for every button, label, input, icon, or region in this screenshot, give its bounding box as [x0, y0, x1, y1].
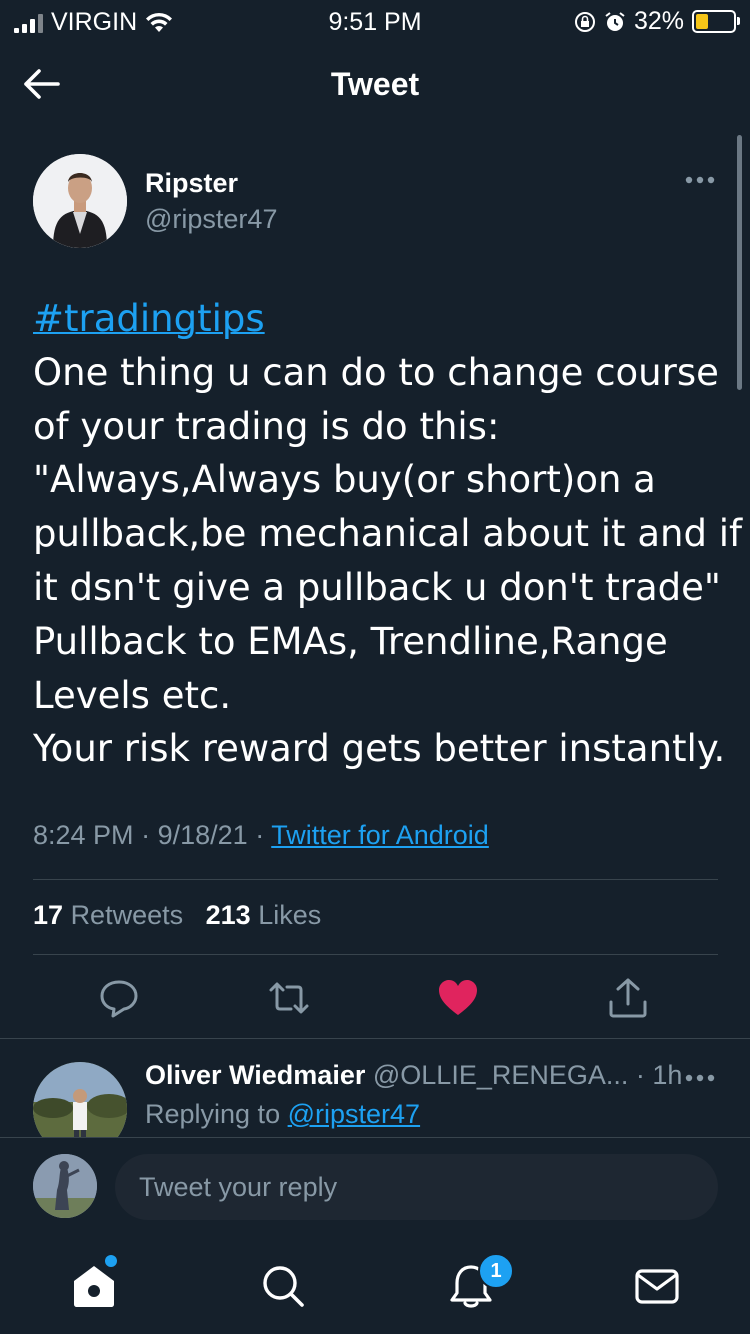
orientation-lock-icon [574, 11, 595, 32]
tweet-line: Your risk reward gets better instantly. [33, 727, 726, 771]
tweet-line: of your trading is do this: [33, 404, 500, 448]
tweet-date: 9/18/21 [157, 820, 248, 850]
retweet-icon[interactable] [267, 976, 311, 1020]
home-icon[interactable] [70, 1262, 118, 1310]
divider [33, 954, 718, 955]
likes-label: Likes [258, 900, 322, 930]
hashtag-link[interactable]: #tradingtips [33, 297, 265, 340]
tweet-line: Levels etc. [33, 673, 232, 717]
tweet-line: it dsn't give a pullback u don't trade" [33, 565, 721, 609]
author-avatar[interactable] [33, 154, 127, 248]
reply-input[interactable] [115, 1154, 718, 1220]
retweets-label: Retweets [70, 900, 184, 930]
replying-to: Replying to @ripster47 [145, 1099, 420, 1130]
battery-icon [692, 10, 740, 33]
divider [33, 879, 718, 880]
scrollbar[interactable] [737, 135, 742, 390]
my-avatar[interactable] [33, 1154, 97, 1218]
search-icon[interactable] [259, 1262, 307, 1310]
home-unread-dot [105, 1255, 117, 1267]
notification-badge: 1 [478, 1253, 514, 1289]
messages-icon[interactable] [633, 1262, 681, 1310]
alarm-icon [605, 11, 625, 31]
status-bar: VIRGIN 9:51 PM 32% [0, 0, 750, 44]
reply-header: Oliver Wiedmaier @OLLIE_RENEGA... · 1h [145, 1060, 682, 1091]
page-title: Tweet [330, 66, 420, 102]
share-icon[interactable] [606, 976, 650, 1020]
tweet-body: #tradingtips One thing u can do to chang… [33, 292, 742, 776]
battery-fill [696, 14, 708, 29]
retweets-count: 17 [33, 900, 64, 930]
more-options-icon[interactable] [684, 1070, 716, 1086]
tweet-meta: 8:24 PM · 9/18/21 · Twitter for Android [33, 820, 489, 851]
reply-separator: · [635, 1060, 645, 1090]
replying-prefix: Replying to [145, 1099, 281, 1129]
likes-stat[interactable]: 213 Likes [206, 900, 322, 930]
reply-author-handle[interactable]: @OLLIE_RENEGA... [373, 1060, 629, 1090]
tweet-line: Pullback to EMAs, Trendline,Range [33, 619, 668, 663]
author-name[interactable]: Ripster [145, 168, 238, 199]
reply-icon[interactable] [97, 976, 141, 1020]
divider [0, 1137, 750, 1138]
divider [0, 1038, 750, 1039]
tweet-stats: 17 Retweets 213 Likes [33, 900, 321, 931]
likes-count: 213 [205, 900, 251, 930]
tweet-line: "Always,Always buy(or short)on a [33, 458, 656, 502]
meta-separator: · [255, 820, 265, 850]
battery-percent: 32% [633, 7, 684, 35]
tweet-time: 8:24 PM [33, 820, 134, 850]
source-link[interactable]: Twitter for Android [271, 820, 489, 850]
like-icon[interactable] [436, 976, 480, 1020]
more-options-icon[interactable] [684, 172, 716, 188]
retweets-stat[interactable]: 17 Retweets [33, 900, 183, 930]
reply-author-name[interactable]: Oliver Wiedmaier [145, 1060, 365, 1090]
author-handle[interactable]: @ripster47 [145, 204, 277, 235]
reply-time: 1h [652, 1060, 683, 1090]
tweet-line: pullback,be mechanical about it and if [33, 512, 742, 556]
meta-separator: · [141, 820, 151, 850]
replying-to-link[interactable]: @ripster47 [288, 1099, 420, 1129]
status-right-group: 32% [574, 7, 740, 36]
tweet-line: One thing u can do to change course [33, 350, 719, 394]
